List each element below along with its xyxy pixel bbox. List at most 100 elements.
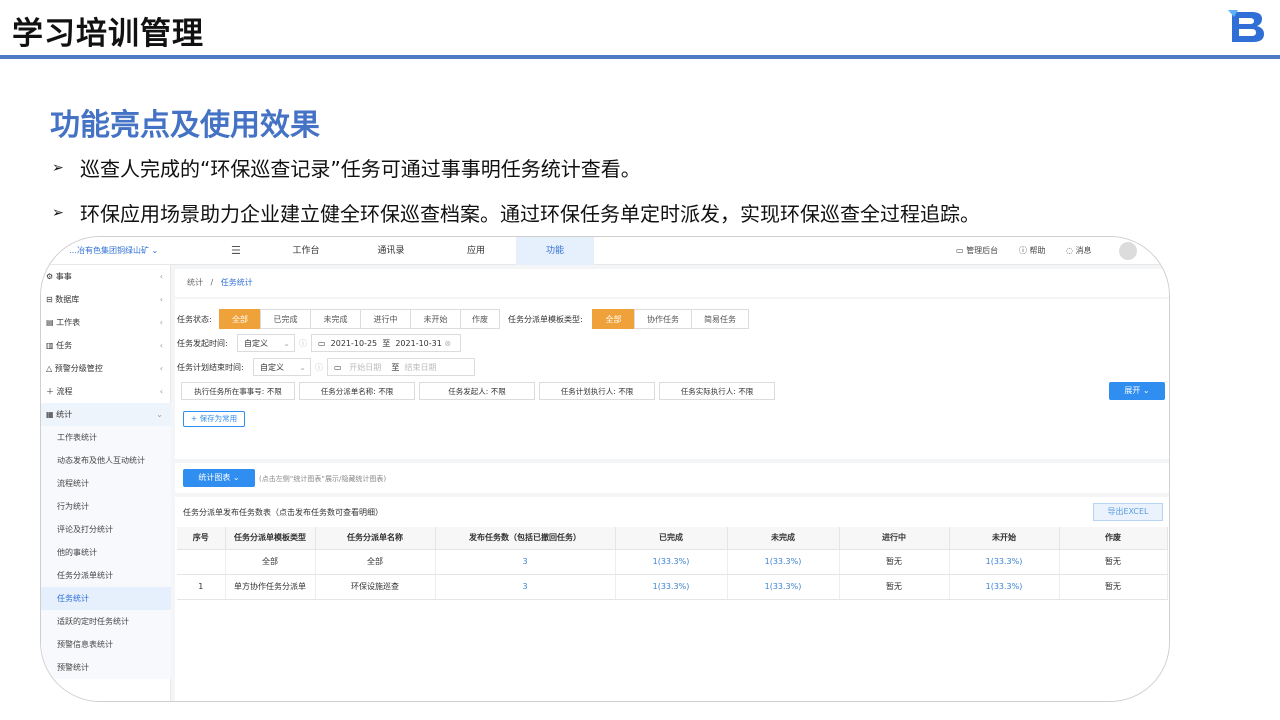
nav-functions[interactable]: 功能 [516, 237, 594, 265]
column-header: 任务分派单名称 [315, 527, 436, 550]
bullet-1: ➢ 巡查人完成的“环保巡查记录”任务可通过事事明任务统计查看。 [52, 153, 641, 182]
status-done[interactable]: 已完成 [260, 309, 311, 329]
avatar[interactable] [1119, 242, 1137, 260]
help-link[interactable]: ⓘ 帮助 [1019, 245, 1046, 256]
sidebar-item-tasks[interactable]: ▥ 任务 ‹ [41, 334, 171, 357]
nav-apps[interactable]: 应用 [446, 237, 506, 265]
start-date-range[interactable]: ▭ 2021-10-25 至 2021-10-31 ⊗ [311, 334, 461, 352]
cell-not-started-link[interactable]: 1(33.3%) [949, 574, 1060, 600]
filter-chip[interactable]: 任务实际执行人: 不限 [659, 382, 775, 400]
column-header: 作废 [1059, 527, 1168, 550]
sidebar-sub-item[interactable]: 评论及打分统计 [41, 518, 171, 541]
sidebar-sub-item[interactable]: 行为统计 [41, 495, 171, 518]
app-screenshot: …冶有色集团铜绿山矿 ⌄ ☰ 工作台 通讯录 应用 功能 ▭ 管理后台 ⓘ 帮助… [40, 236, 1170, 702]
sidebar-sub-item-active[interactable]: 任务统计 [41, 587, 171, 610]
end-mode-select[interactable]: 自定义 ⌄ [253, 358, 311, 376]
nav-workbench[interactable]: 工作台 [276, 237, 336, 265]
chevron-down-icon: ⌄ [156, 410, 163, 419]
sidebar-item-warning[interactable]: △ 预警分级管控 ‹ [41, 357, 171, 380]
chevron-down-icon: ⌄ [232, 473, 240, 482]
sidebar-sub-item[interactable]: 动态发布及他人互动统计 [41, 449, 171, 472]
template-simple[interactable]: 简易任务 [691, 309, 749, 329]
sidebar-sub-item[interactable]: 预警统计 [41, 656, 171, 679]
stats-table-panel: 任务分派单发布任务数表（点击发布任务数可查看明细） 导出EXCEL 序号 任务分… [175, 497, 1169, 701]
cell-published-link[interactable]: 3 [435, 549, 616, 575]
bullet-arrow-icon: ➢ [52, 204, 64, 221]
bullet-text: 环保应用场景助力企业建立健全环保巡查档案。通过环保任务单定时派发，实现环保巡查全… [80, 202, 980, 226]
menu-toggle-icon[interactable]: ☰ [231, 244, 241, 257]
chevron-left-icon: ‹ [159, 364, 163, 373]
sidebar-sub-item[interactable]: 任务分派单统计 [41, 564, 171, 587]
end-time-label: 任务计划结束时间: [177, 363, 244, 372]
calendar-icon: ▭ [318, 339, 326, 348]
table-header-row: 序号 任务分派单模板类型 任务分派单名称 发布任务数（包括已撤回任务） 已完成 … [177, 527, 1168, 550]
section-title: 功能亮点及使用效果 [50, 108, 320, 143]
sidebar-sub-item[interactable]: 他的事统计 [41, 541, 171, 564]
sidebar-item-affairs[interactable]: ⚙ 事事 ‹ [41, 265, 171, 288]
status-undone[interactable]: 未完成 [310, 309, 361, 329]
sidebar-item-database[interactable]: ⊟ 数据库 ‹ [41, 288, 171, 311]
cell-done-link[interactable]: 1(33.3%) [615, 549, 728, 575]
breadcrumb-current: 任务统计 [220, 278, 253, 287]
sidebar-sub-item[interactable]: 工作表统计 [41, 426, 171, 449]
cell-undone-link[interactable]: 1(33.3%) [727, 549, 840, 575]
template-collab[interactable]: 协作任务 [634, 309, 692, 329]
cell-index [177, 549, 226, 575]
help-icon: ⓘ [1019, 246, 1027, 255]
table-title: 任务分派单发布任务数表（点击发布任务数可查看明细） [183, 508, 383, 517]
sidebar-sub-item[interactable]: 预警信息表统计 [41, 633, 171, 656]
status-all[interactable]: 全部 [219, 309, 261, 329]
bullet-text: 巡查人完成的“环保巡查记录”任务可通过事事明任务统计查看。 [80, 157, 641, 181]
filter-chip[interactable]: 任务分派单名称: 不限 [299, 382, 415, 400]
cell-name: 全部 [315, 549, 436, 575]
stats-chart-button[interactable]: 统计图表 ⌄ [183, 469, 255, 487]
slide-title: 学习培训管理 [12, 16, 204, 52]
sidebar-item-stats[interactable]: ▦ 统计 ⌄ [41, 403, 171, 426]
sidebar-item-worksheets[interactable]: ▤ 工作表 ‹ [41, 311, 171, 334]
start-mode-select[interactable]: 自定义 ⌄ [237, 334, 295, 352]
brand-logo-icon [1228, 10, 1264, 42]
nav-contacts[interactable]: 通讯录 [361, 237, 421, 265]
column-header: 进行中 [839, 527, 950, 550]
filter-chip[interactable]: 任务计划执行人: 不限 [539, 382, 655, 400]
admin-link[interactable]: ▭ 管理后台 [956, 245, 998, 256]
calendar-icon: ▭ [334, 363, 342, 372]
cell-published-link[interactable]: 3 [435, 574, 616, 600]
cell-done-link[interactable]: 1(33.3%) [615, 574, 728, 600]
export-excel-button[interactable]: 导出EXCEL [1093, 503, 1163, 521]
cell-void: 暂无 [1059, 574, 1168, 600]
chevron-left-icon: ‹ [159, 272, 163, 281]
stats-table: 序号 任务分派单模板类型 任务分派单名称 发布任务数（包括已撤回任务） 已完成 … [177, 527, 1168, 600]
start-time-label: 任务发起时间: [177, 339, 228, 348]
status-not-started[interactable]: 未开始 [410, 309, 461, 329]
sidebar-item-process[interactable]: ＋ 流程 ‹ [41, 380, 171, 403]
bullet-arrow-icon: ➢ [52, 159, 64, 176]
end-date-range[interactable]: ▭ 开始日期 至 结束日期 [327, 358, 475, 376]
cell-template-type: 全部 [225, 549, 316, 575]
messages-link[interactable]: ◌ 消息 [1066, 245, 1092, 256]
chevron-left-icon: ‹ [159, 318, 163, 327]
cell-not-started-link[interactable]: 1(33.3%) [949, 549, 1060, 575]
expand-button[interactable]: 展开 ⌄ [1109, 382, 1165, 400]
filter-chip[interactable]: 执行任务所在事事号: 不限 [181, 382, 295, 400]
breadcrumb-root[interactable]: 统计 [187, 278, 203, 287]
table-row: 1 单方协作任务分派单 环保设施巡查 3 1(33.3%) 1(33.3%) 暂… [177, 574, 1168, 600]
filter-chip[interactable]: 任务发起人: 不限 [419, 382, 535, 400]
app-header: …冶有色集团铜绿山矿 ⌄ ☰ 工作台 通讯录 应用 功能 ▭ 管理后台 ⓘ 帮助… [41, 237, 1169, 265]
filter-panel: 任务状态: 全部 已完成 未完成 进行中 未开始 作废 任务分派单模板类型: 全… [175, 299, 1169, 459]
template-all[interactable]: 全部 [592, 309, 635, 329]
task-icon: ▥ [46, 341, 54, 350]
status-void[interactable]: 作废 [460, 309, 500, 329]
status-in-progress[interactable]: 进行中 [360, 309, 411, 329]
cell-undone-link[interactable]: 1(33.3%) [727, 574, 840, 600]
column-header: 未开始 [949, 527, 1060, 550]
plus-icon: ＋ [46, 387, 54, 396]
info-icon: ⓘ [315, 363, 323, 372]
org-switcher[interactable]: …冶有色集团铜绿山矿 ⌄ [69, 245, 158, 256]
column-header: 未完成 [727, 527, 840, 550]
save-preset-button[interactable]: + 保存为常用 [183, 411, 245, 427]
sidebar-sub-item[interactable]: 流程统计 [41, 472, 171, 495]
sidebar-sub-item[interactable]: 适跃的定时任务统计 [41, 610, 171, 633]
database-icon: ⊟ [46, 295, 53, 304]
column-header: 已完成 [615, 527, 728, 550]
